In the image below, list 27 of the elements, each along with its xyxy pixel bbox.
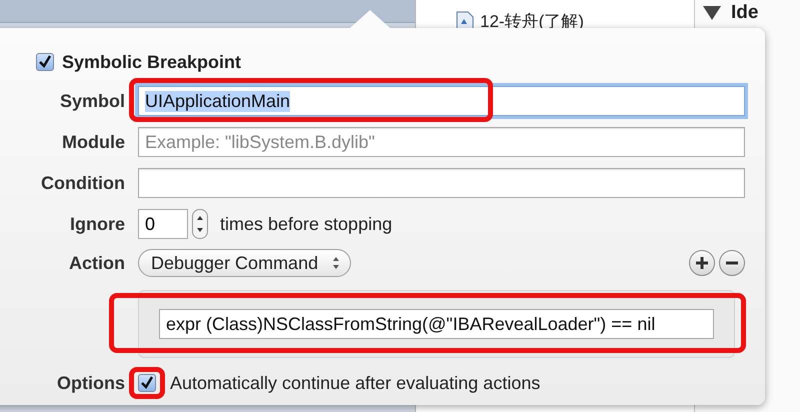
auto-continue-checkbox[interactable]	[138, 374, 156, 392]
disclosure-triangle-icon[interactable]	[703, 6, 721, 20]
popover-arrow	[350, 10, 390, 28]
stepper-icon[interactable]	[192, 209, 208, 239]
field-label: Options	[56, 372, 125, 394]
option-label: Automatically continue after evaluating actions	[170, 372, 540, 394]
remove-button[interactable]	[719, 250, 745, 276]
field-label: Action	[68, 252, 125, 274]
field-label: Module	[61, 132, 125, 152]
breakpoint-title: Symbolic Breakpoint	[62, 52, 242, 72]
checkmark-icon	[140, 376, 154, 390]
enabled-checkbox[interactable]	[36, 53, 54, 71]
field-label: Symbol	[58, 90, 125, 112]
section-heading: Ide	[731, 2, 758, 24]
field-label: Condition	[40, 172, 125, 194]
checkmark-icon	[38, 55, 52, 69]
action-type-popup[interactable]: Debugger Command	[138, 249, 352, 277]
count-field[interactable]: 0	[138, 209, 188, 239]
add-button[interactable]	[689, 250, 715, 276]
text-field[interactable]: UIApplicationMain	[138, 86, 745, 116]
field-label: Ignore	[68, 214, 125, 234]
text-field[interactable]: Example: "libSystem.B.dylib"	[138, 127, 745, 157]
text-field[interactable]	[138, 168, 745, 198]
command-field[interactable]: expr (Class)NSClassFromString(@"IBARevealLoader") == nil	[159, 309, 714, 339]
ignore-suffix: times before stopping	[220, 214, 392, 234]
updown-arrows-icon	[332, 256, 340, 270]
plus-icon	[695, 256, 709, 270]
